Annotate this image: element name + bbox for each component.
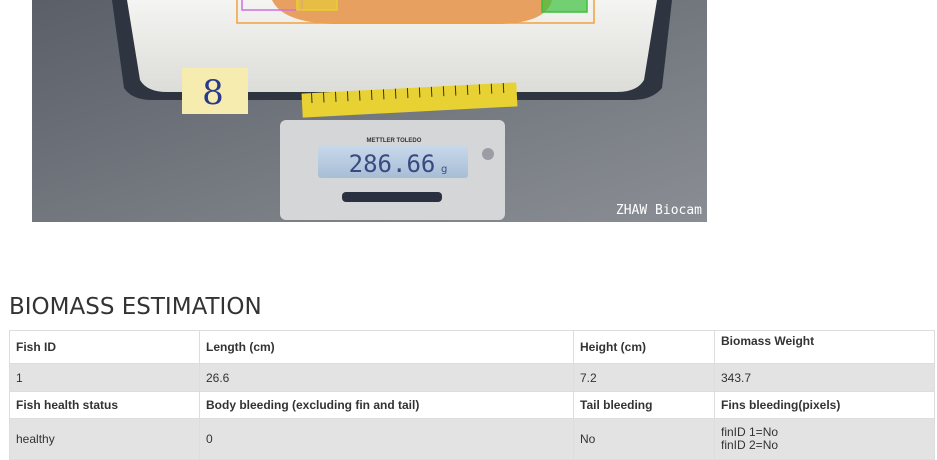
header-health-status: Fish health status: [9, 391, 200, 419]
cell-fish-id: 1: [9, 363, 200, 392]
header-biomass-weight: Biomass Weight: [714, 330, 935, 364]
cell-biomass-weight: 343.7: [714, 363, 935, 392]
table-header-row: Fish health status Body bleeding (exclud…: [9, 391, 935, 419]
header-fins-bleeding: Fins bleeding(pixels): [714, 391, 935, 419]
scale-brand-text: METTLER TOLEDO: [367, 138, 422, 144]
cell-fins-bleeding: finID 1=No finID 2=No: [714, 418, 935, 460]
cell-body-bleeding: 0: [199, 418, 574, 460]
photo-illustration: 8 METTLER TOLEDO 286.66 g ZHAW Biocam: [32, 0, 707, 222]
table-row: 1 26.6 7.2 343.7: [9, 363, 935, 392]
detection-box-tail: [541, 0, 588, 13]
header-length: Length (cm): [199, 330, 574, 364]
tag-number-text: 8: [202, 73, 224, 113]
fin-status-2: finID 2=No: [721, 438, 779, 452]
cell-health-status: healthy: [9, 418, 200, 460]
scale-reading-text: 286.66: [349, 150, 436, 178]
header-tail-bleeding: Tail bleeding: [573, 391, 715, 419]
header-height: Height (cm): [573, 330, 715, 364]
section-title: BIOMASS ESTIMATION: [9, 294, 262, 320]
cell-length: 26.6: [199, 363, 574, 392]
table-header-row: Fish ID Length (cm) Height (cm) Biomass …: [9, 330, 935, 364]
biomass-table: Fish ID Length (cm) Height (cm) Biomass …: [9, 330, 935, 460]
watermark-text: ZHAW Biocam: [616, 203, 702, 218]
scale-indicator: [482, 148, 494, 160]
header-body-bleeding: Body bleeding (excluding fin and tail): [199, 391, 574, 419]
cell-tail-bleeding: No: [573, 418, 715, 460]
scale-buttons: [342, 192, 442, 202]
scale-unit-text: g: [441, 164, 447, 175]
header-fish-id: Fish ID: [9, 330, 200, 364]
table-row: healthy 0 No finID 1=No finID 2=No: [9, 418, 935, 460]
detection-box-fin: [296, 0, 338, 11]
header-biomass-weight-label: Biomass Weight: [721, 334, 815, 348]
cell-height: 7.2: [573, 363, 715, 392]
fish-scale-photo: 8 METTLER TOLEDO 286.66 g ZHAW Biocam: [32, 0, 707, 222]
